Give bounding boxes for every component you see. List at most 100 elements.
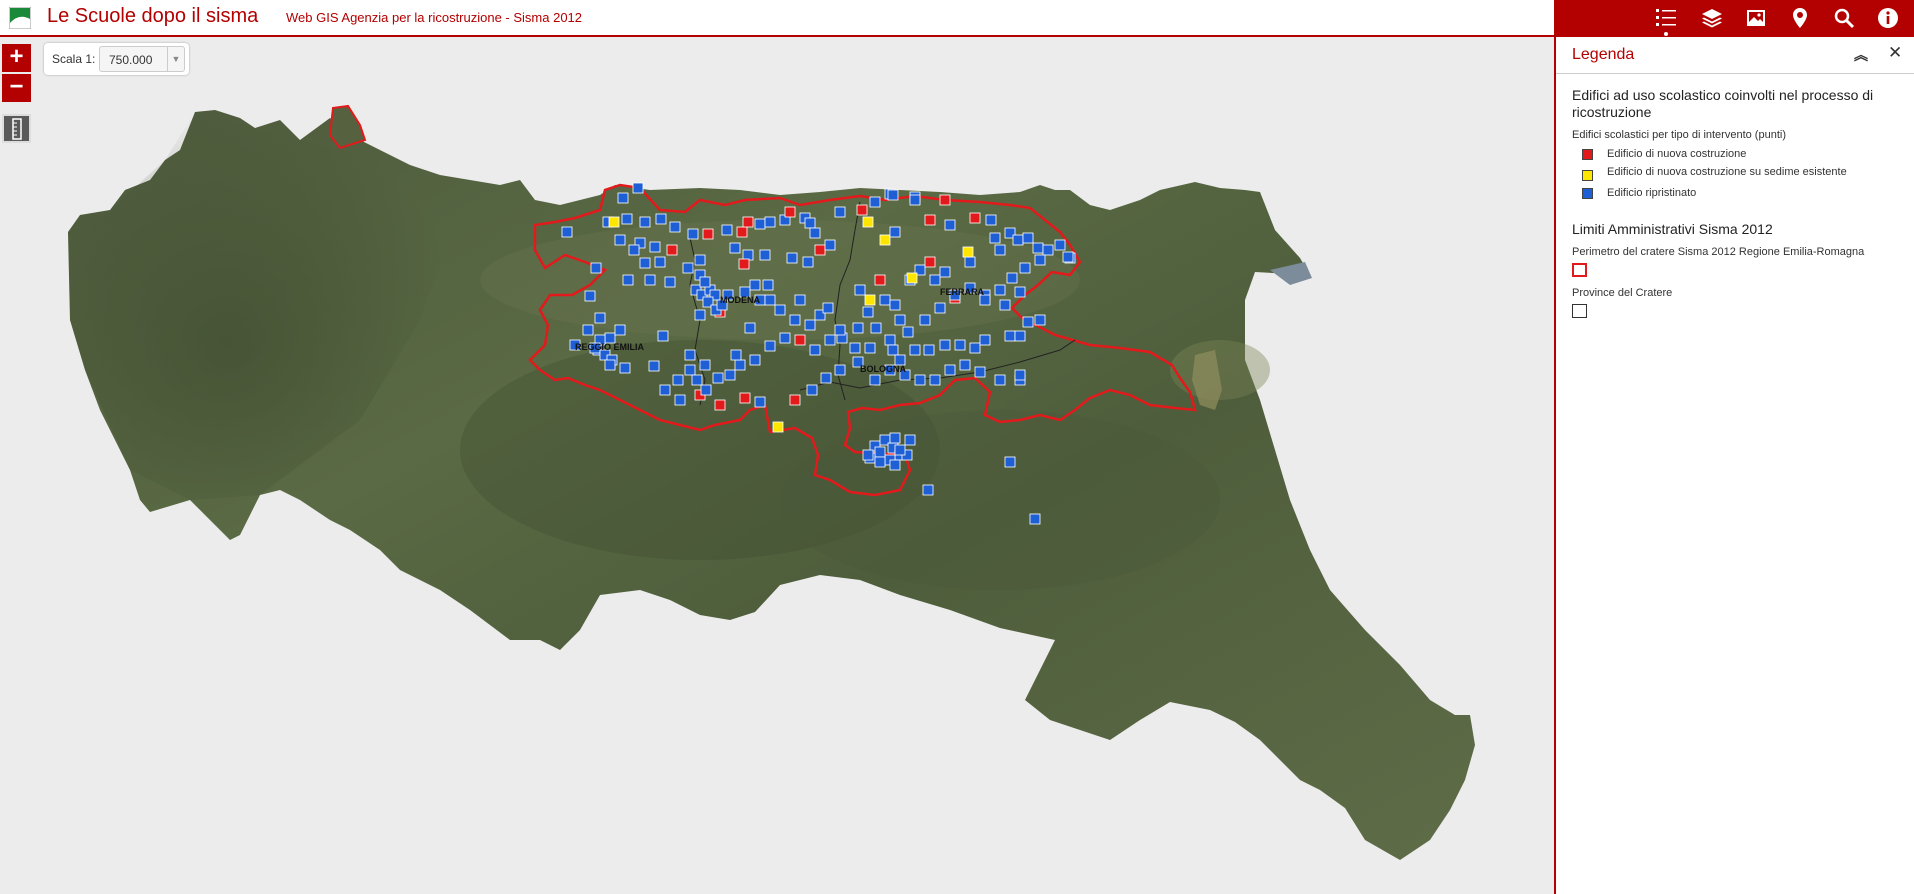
close-icon[interactable]: ✕ bbox=[1888, 43, 1902, 63]
school-point-marker[interactable] bbox=[619, 362, 631, 374]
school-point-marker[interactable] bbox=[806, 384, 818, 396]
school-point-marker[interactable] bbox=[824, 334, 836, 346]
school-point-marker[interactable] bbox=[814, 244, 826, 256]
school-point-marker[interactable] bbox=[786, 252, 798, 264]
school-point-marker[interactable] bbox=[644, 274, 656, 286]
school-point-marker[interactable] bbox=[923, 344, 935, 356]
school-point-marker[interactable] bbox=[939, 339, 951, 351]
school-point-marker[interactable] bbox=[999, 299, 1011, 311]
school-point-marker[interactable] bbox=[870, 322, 882, 334]
school-point-marker[interactable] bbox=[724, 369, 736, 381]
school-point-marker[interactable] bbox=[664, 276, 676, 288]
school-point-marker[interactable] bbox=[939, 266, 951, 278]
school-point-marker[interactable] bbox=[994, 374, 1006, 386]
school-point-marker[interactable] bbox=[700, 384, 712, 396]
school-point-marker[interactable] bbox=[614, 234, 626, 246]
school-point-marker[interactable] bbox=[1029, 513, 1041, 525]
school-point-marker[interactable] bbox=[979, 334, 991, 346]
school-point-marker[interactable] bbox=[657, 330, 669, 342]
school-point-marker[interactable] bbox=[772, 421, 784, 433]
school-point-marker[interactable] bbox=[1034, 254, 1046, 266]
school-point-marker[interactable] bbox=[666, 244, 678, 256]
school-point-marker[interactable] bbox=[639, 216, 651, 228]
school-point-marker[interactable] bbox=[1014, 286, 1026, 298]
school-point-marker[interactable] bbox=[862, 306, 874, 318]
school-point-marker[interactable] bbox=[894, 314, 906, 326]
school-point-marker[interactable] bbox=[969, 212, 981, 224]
school-point-marker[interactable] bbox=[914, 374, 926, 386]
school-point-marker[interactable] bbox=[714, 399, 726, 411]
school-point-marker[interactable] bbox=[887, 189, 899, 201]
school-point-marker[interactable] bbox=[884, 334, 896, 346]
school-point-marker[interactable] bbox=[944, 219, 956, 231]
school-point-marker[interactable] bbox=[1054, 239, 1066, 251]
school-point-marker[interactable] bbox=[594, 312, 606, 324]
school-point-marker[interactable] bbox=[1004, 456, 1016, 468]
school-point-marker[interactable] bbox=[874, 456, 886, 468]
school-point-marker[interactable] bbox=[889, 459, 901, 471]
location-pin-icon[interactable] bbox=[1786, 4, 1814, 32]
school-point-marker[interactable] bbox=[854, 284, 866, 296]
school-point-marker[interactable] bbox=[742, 249, 754, 261]
school-point-marker[interactable] bbox=[1004, 330, 1016, 342]
school-point-marker[interactable] bbox=[649, 241, 661, 253]
school-point-marker[interactable] bbox=[608, 216, 620, 228]
school-point-marker[interactable] bbox=[694, 309, 706, 321]
basemap-gallery-icon[interactable] bbox=[1742, 4, 1770, 32]
school-point-marker[interactable] bbox=[964, 256, 976, 268]
school-point-marker[interactable] bbox=[774, 304, 786, 316]
school-point-marker[interactable] bbox=[702, 228, 714, 240]
zoom-in-button[interactable]: + bbox=[2, 44, 31, 72]
school-point-marker[interactable] bbox=[962, 246, 974, 258]
school-point-marker[interactable] bbox=[869, 196, 881, 208]
map-view[interactable]: MODENA FERRARA REGGIO EMILIA BOLOGNA + −… bbox=[0, 37, 1554, 894]
school-point-marker[interactable] bbox=[784, 206, 796, 218]
school-point-marker[interactable] bbox=[1062, 251, 1074, 263]
school-point-marker[interactable] bbox=[869, 374, 881, 386]
school-point-marker[interactable] bbox=[804, 217, 816, 229]
school-point-marker[interactable] bbox=[672, 374, 684, 386]
school-point-marker[interactable] bbox=[561, 226, 573, 238]
school-point-marker[interactable] bbox=[944, 364, 956, 376]
school-point-marker[interactable] bbox=[655, 213, 667, 225]
school-point-marker[interactable] bbox=[889, 299, 901, 311]
school-point-marker[interactable] bbox=[1019, 262, 1031, 274]
school-point-marker[interactable] bbox=[1012, 234, 1024, 246]
school-point-marker[interactable] bbox=[802, 256, 814, 268]
zoom-out-button[interactable]: − bbox=[2, 74, 31, 102]
collapse-icon[interactable]: ︽ bbox=[1854, 45, 1868, 65]
school-point-marker[interactable] bbox=[879, 234, 891, 246]
school-point-marker[interactable] bbox=[684, 364, 696, 376]
school-point-marker[interactable] bbox=[849, 342, 861, 354]
school-point-marker[interactable] bbox=[929, 374, 941, 386]
school-point-marker[interactable] bbox=[582, 324, 594, 336]
school-point-marker[interactable] bbox=[742, 216, 754, 228]
layers-icon[interactable] bbox=[1698, 4, 1726, 32]
school-point-marker[interactable] bbox=[764, 216, 776, 228]
school-point-marker[interactable] bbox=[699, 359, 711, 371]
school-point-marker[interactable] bbox=[736, 226, 748, 238]
school-point-marker[interactable] bbox=[730, 349, 742, 361]
school-point-marker[interactable] bbox=[789, 394, 801, 406]
school-point-marker[interactable] bbox=[669, 221, 681, 233]
school-point-marker[interactable] bbox=[904, 434, 916, 446]
school-point-marker[interactable] bbox=[721, 224, 733, 236]
school-point-marker[interactable] bbox=[974, 366, 986, 378]
school-point-marker[interactable] bbox=[969, 342, 981, 354]
school-point-marker[interactable] bbox=[939, 194, 951, 206]
school-point-marker[interactable] bbox=[989, 232, 1001, 244]
school-point-marker[interactable] bbox=[674, 394, 686, 406]
school-point-marker[interactable] bbox=[834, 206, 846, 218]
school-point-marker[interactable] bbox=[590, 262, 602, 274]
school-point-marker[interactable] bbox=[1014, 369, 1026, 381]
school-point-marker[interactable] bbox=[822, 302, 834, 314]
school-point-marker[interactable] bbox=[779, 332, 791, 344]
school-point-marker[interactable] bbox=[744, 322, 756, 334]
school-point-marker[interactable] bbox=[729, 242, 741, 254]
school-point-marker[interactable] bbox=[954, 339, 966, 351]
school-point-marker[interactable] bbox=[687, 228, 699, 240]
school-point-marker[interactable] bbox=[864, 294, 876, 306]
school-point-marker[interactable] bbox=[614, 324, 626, 336]
school-point-marker[interactable] bbox=[864, 342, 876, 354]
school-point-marker[interactable] bbox=[906, 272, 918, 284]
